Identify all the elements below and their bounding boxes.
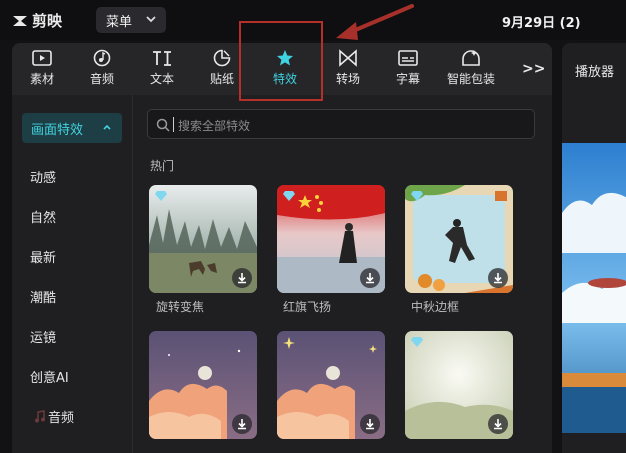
- menu-button[interactable]: 菜单: [96, 7, 166, 33]
- tab-audio[interactable]: 音频: [74, 49, 130, 93]
- chevron-down-icon: [146, 16, 156, 23]
- download-button[interactable]: [232, 414, 252, 434]
- player-preview-image: [562, 143, 626, 433]
- download-button[interactable]: [488, 268, 508, 288]
- annotation-arrow: [336, 4, 414, 40]
- diamond-badge-icon: [155, 191, 167, 201]
- sidebar-item-dynamic[interactable]: 动感: [30, 167, 56, 186]
- download-button[interactable]: [360, 268, 380, 288]
- effect-card-mid-autumn-frame[interactable]: [405, 185, 513, 293]
- player-title: 播放器: [575, 65, 615, 80]
- sidebar-item-newest[interactable]: 最新: [30, 247, 56, 266]
- effect-card-label: 旋转变焦: [156, 300, 205, 314]
- search-icon: [156, 118, 170, 132]
- effect-card-red-flag[interactable]: [277, 185, 385, 293]
- effects-content: 搜索全部特效 热门 旋转变焦 红旗飞扬 中秋边框: [133, 95, 552, 453]
- search-placeholder: 搜索全部特效: [178, 119, 251, 133]
- section-title-hot: 热门: [150, 159, 175, 173]
- sidebar-item-creative-ai[interactable]: 创意AI: [30, 367, 69, 386]
- tab-text-label: 文本: [149, 72, 174, 86]
- effect-card-label: 红旗飞扬: [283, 300, 332, 314]
- sticker-icon: [213, 49, 231, 67]
- download-icon: [366, 273, 374, 284]
- tab-media-label: 素材: [29, 72, 54, 86]
- transition-bowtie-icon: [339, 49, 357, 67]
- download-icon: [366, 419, 374, 430]
- download-button[interactable]: [360, 414, 380, 434]
- sidebar-item-nature[interactable]: 自然: [30, 207, 56, 226]
- capcut-logo-icon: [13, 15, 27, 26]
- menu-button-label: 菜单: [106, 14, 133, 30]
- sidebar-item-trendy[interactable]: 潮酷: [30, 287, 56, 306]
- subtitle-icon: [398, 50, 418, 66]
- app-logo-text: 剪映: [32, 12, 63, 30]
- chevron-up-icon: [103, 124, 111, 130]
- sidebar-item-label: 音频: [48, 411, 75, 426]
- sidebar-item-audio[interactable]: 音频: [34, 407, 74, 426]
- sidebar-item-camera-move[interactable]: 运镜: [30, 327, 56, 346]
- tab-transition[interactable]: 转场: [320, 49, 376, 93]
- text-ti-icon: [153, 51, 171, 66]
- tab-smart-pack-label: 智能包装: [446, 72, 495, 86]
- tab-transition-label: 转场: [335, 72, 360, 86]
- media-play-icon: [32, 50, 52, 66]
- download-icon: [238, 419, 246, 430]
- annotation-highlight-box: [239, 21, 323, 101]
- effect-card-misty[interactable]: [405, 331, 513, 439]
- effect-card-sparkle-clouds[interactable]: [277, 331, 385, 439]
- effect-card-night-clouds[interactable]: [149, 331, 257, 439]
- player-panel: 播放器: [562, 43, 626, 453]
- effects-category-sidebar: 画面特效 动感 自然 最新 潮酷 运镜 创意AI 音频: [12, 95, 133, 453]
- tabs-more-button[interactable]: >>: [522, 61, 545, 77]
- music-note-icon: [35, 410, 45, 423]
- tab-media[interactable]: 素材: [14, 49, 70, 93]
- project-date-title: 9月29日 (2): [502, 16, 581, 31]
- effect-card-rotate-zoom[interactable]: [149, 185, 257, 293]
- diamond-badge-icon: [411, 191, 423, 201]
- music-note-icon: [93, 49, 111, 67]
- effect-card-label: 中秋边框: [411, 300, 460, 314]
- effects-search-input[interactable]: 搜索全部特效: [147, 109, 535, 139]
- download-icon: [494, 419, 502, 430]
- sidebar-item-label: 画面特效: [31, 122, 84, 138]
- download-button[interactable]: [232, 268, 252, 288]
- tab-sticker-label: 贴纸: [209, 72, 234, 86]
- material-panel: 素材 音频 文本 贴纸 特效 转场 字幕 智能包装 >> 画面特效 动感 自然 …: [12, 43, 552, 453]
- smart-pack-icon: [462, 50, 480, 66]
- sidebar-item-screen-effects[interactable]: 画面特效: [22, 113, 122, 143]
- diamond-badge-icon: [411, 337, 423, 347]
- download-icon: [494, 273, 502, 284]
- diamond-badge-icon: [283, 191, 295, 201]
- text-caret: [173, 117, 174, 132]
- tab-smart-pack[interactable]: 智能包装: [440, 49, 502, 93]
- download-icon: [238, 273, 246, 284]
- app-logo: 剪映: [12, 10, 62, 31]
- tab-text[interactable]: 文本: [134, 49, 190, 93]
- tab-subtitle[interactable]: 字幕: [380, 49, 436, 93]
- tab-subtitle-label: 字幕: [395, 72, 420, 86]
- download-button[interactable]: [488, 414, 508, 434]
- tab-audio-label: 音频: [89, 72, 114, 86]
